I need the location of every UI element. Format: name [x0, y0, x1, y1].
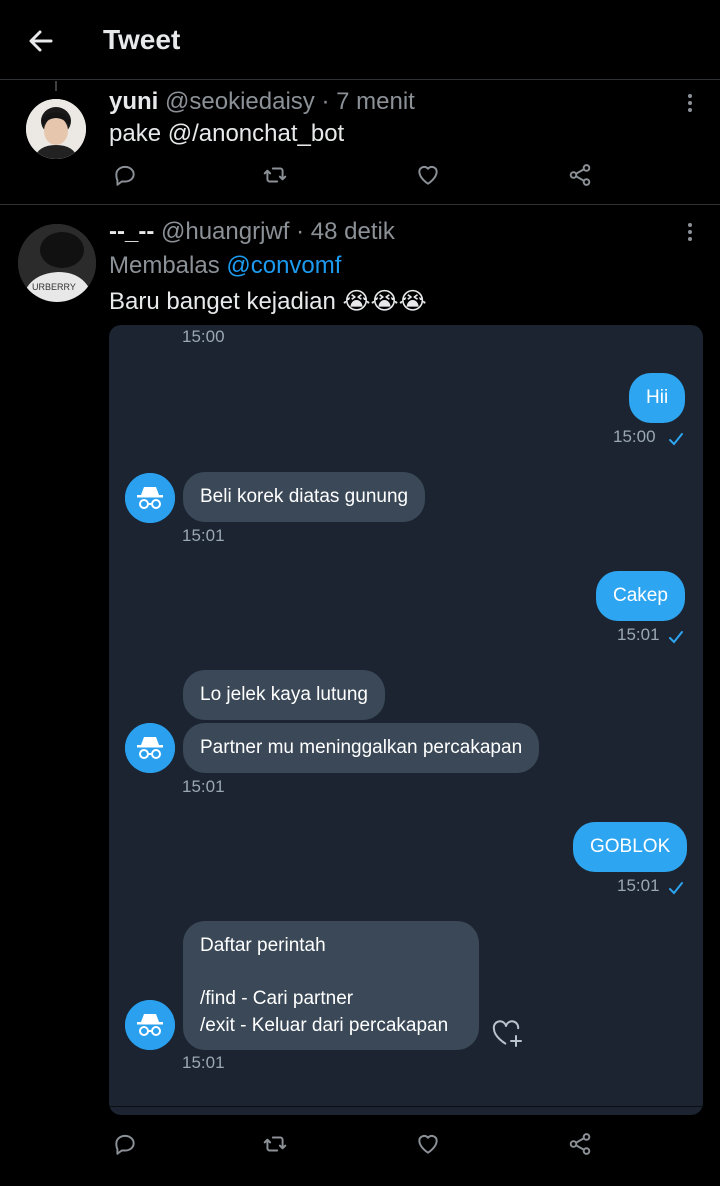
retweet-icon[interactable] — [262, 162, 292, 192]
outgoing-message: Hii — [629, 373, 686, 423]
reply-icon[interactable] — [112, 1131, 142, 1161]
share-icon[interactable] — [567, 162, 597, 192]
tweet-actions — [109, 162, 609, 192]
read-check-icon — [668, 630, 684, 644]
share-icon[interactable] — [567, 1131, 597, 1161]
bot-incognito-icon — [125, 473, 175, 523]
avatar[interactable] — [26, 99, 86, 159]
avatar[interactable]: URBERRY — [18, 224, 96, 302]
bot-incognito-icon — [125, 1000, 175, 1050]
header-bar: Tweet — [0, 0, 720, 80]
replying-to-label: Membalas — [109, 252, 227, 279]
outgoing-message: GOBLOK — [573, 822, 688, 872]
reply-mention-link[interactable]: @convomf — [226, 252, 341, 279]
message-time: 15:00 — [613, 427, 656, 446]
message-time: 15:00 — [182, 327, 225, 346]
outgoing-message: Cakep — [596, 571, 685, 621]
author-handle-time: @seokiedaisy · 7 menit — [165, 88, 415, 115]
bot-incognito-icon — [125, 723, 175, 773]
svg-text:URBERRY: URBERRY — [32, 282, 76, 292]
message-time: 15:01 — [617, 625, 660, 644]
read-check-icon — [668, 432, 684, 446]
attached-image[interactable]: 15:00 Hii 15:00 Beli korek diatas gunung… — [109, 325, 703, 1115]
message-time: 15:01 — [182, 526, 225, 545]
tweet[interactable]: yuni @seokiedaisy · 7 menit pake @/anonc… — [0, 81, 720, 205]
tweet-text: pake @/anonchat_bot — [109, 120, 345, 147]
author-name[interactable]: --_-- — [109, 218, 154, 245]
incoming-message: Beli korek diatas gunung — [183, 472, 426, 522]
heart-plus-icon[interactable] — [491, 1017, 525, 1049]
like-heart-icon[interactable] — [415, 162, 445, 192]
message-time: 15:01 — [182, 777, 225, 796]
tweet-text: Baru banget kejadian 😭😭😭 — [109, 288, 427, 315]
retweet-icon[interactable] — [262, 1131, 292, 1161]
message-time: 15:01 — [617, 876, 660, 895]
incoming-message: Partner mu meninggalkan percakapan — [183, 723, 540, 773]
reply-icon[interactable] — [112, 162, 142, 192]
replying-to: Membalas @convomf — [109, 252, 341, 280]
divider — [109, 1106, 703, 1107]
tweet-actions — [109, 1131, 609, 1161]
tweet[interactable]: URBERRY --_-- @huangrjwf · 48 detik Memb… — [0, 206, 720, 1186]
like-heart-icon[interactable] — [415, 1131, 445, 1161]
message-time: 15:01 — [182, 1053, 225, 1072]
back-arrow-icon[interactable] — [26, 26, 56, 56]
tweet-author-line: --_-- @huangrjwf · 48 detik — [109, 218, 395, 246]
more-options-icon[interactable] — [680, 220, 700, 244]
read-check-icon — [668, 881, 684, 895]
author-handle-time: @huangrjwf · 48 detik — [161, 218, 395, 245]
more-options-icon[interactable] — [680, 91, 700, 115]
thread-line — [55, 81, 57, 91]
tweet-author-line: yuni @seokiedaisy · 7 menit — [109, 88, 415, 116]
incoming-message: Daftar perintah /find - Cari partner /ex… — [183, 921, 479, 1050]
incoming-message: Lo jelek kaya lutung — [183, 670, 385, 720]
author-name[interactable]: yuni — [109, 88, 158, 115]
page-title: Tweet — [103, 24, 181, 55]
